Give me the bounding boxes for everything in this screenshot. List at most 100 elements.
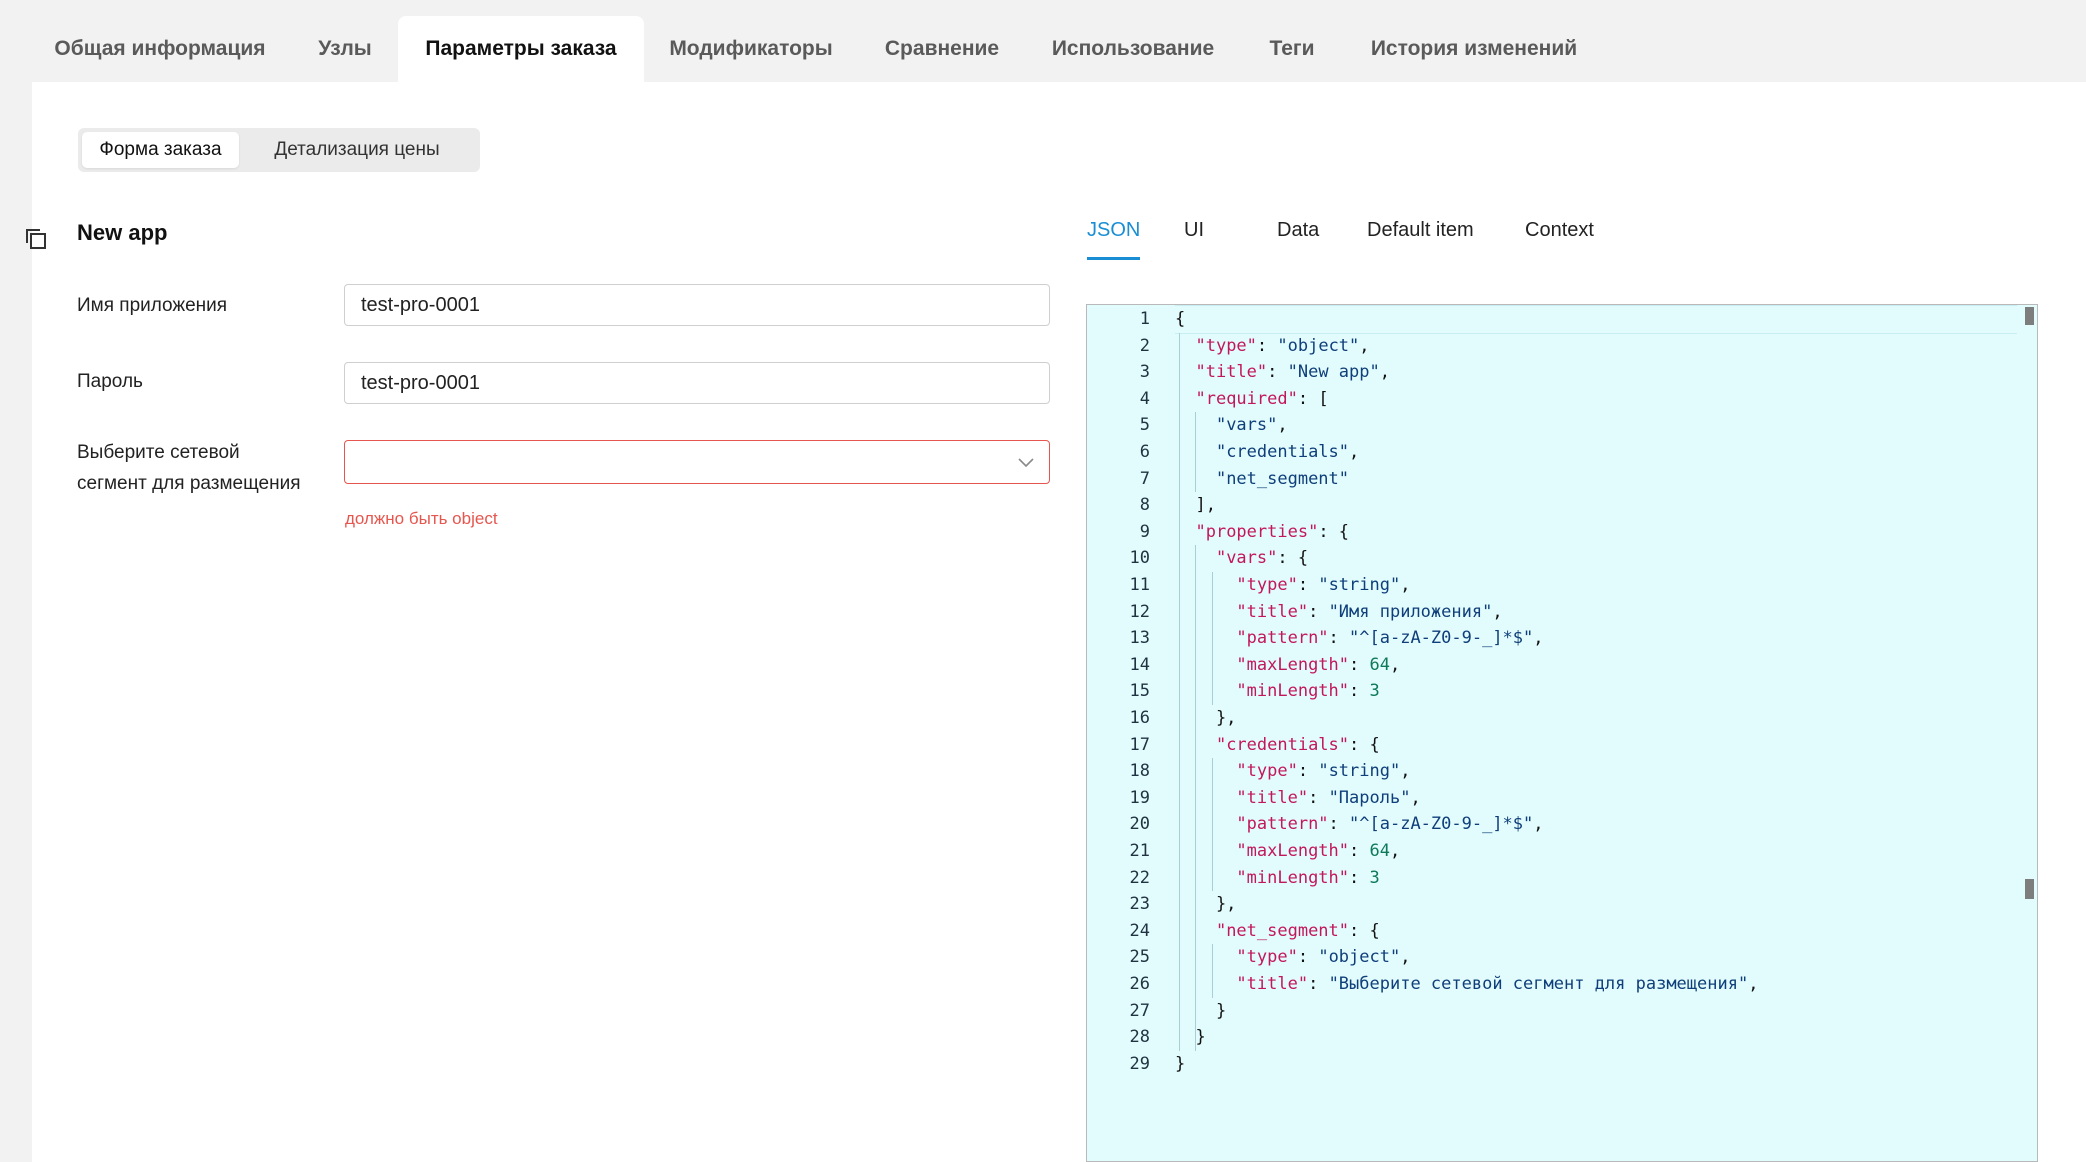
- indent-guide: [1211, 572, 1213, 705]
- code-token: : {: [1349, 734, 1380, 755]
- code-token: : {: [1277, 548, 1309, 569]
- form-title: New app: [77, 220, 168, 245]
- tab-data[interactable]: Data: [1277, 212, 1319, 257]
- copy-icon[interactable]: [24, 227, 50, 253]
- code-token: },: [1175, 708, 1237, 728]
- line-number: 27: [1129, 1000, 1150, 1021]
- code-line: "vars",: [1175, 412, 1288, 439]
- code-token: }: [1175, 1000, 1227, 1021]
- code-token: :: [1297, 761, 1319, 782]
- code-token: "type": [1195, 335, 1257, 356]
- code-token: :: [1349, 841, 1370, 861]
- code-token: : [: [1297, 388, 1329, 409]
- code-token: "Пароль": [1328, 787, 1411, 808]
- tab-tags[interactable]: Теги: [1262, 16, 1322, 82]
- code-token: "title": [1195, 362, 1268, 383]
- segment-error: должно быть object: [345, 509, 498, 528]
- code-line: }: [1175, 1051, 1185, 1078]
- code-line: "type": "object",: [1175, 944, 1410, 971]
- code-token: :: [1297, 575, 1319, 595]
- code-token: },: [1175, 894, 1237, 915]
- tab-usage[interactable]: Использование: [1046, 16, 1220, 82]
- code-token: :: [1308, 787, 1329, 808]
- line-number: 25: [1129, 947, 1150, 968]
- line-number: 18: [1129, 761, 1150, 782]
- code-token: "type": [1236, 761, 1298, 782]
- line-number: 13: [1129, 628, 1150, 649]
- app-name-input[interactable]: test-pro-0001: [344, 284, 1050, 326]
- code-line: "credentials",: [1175, 439, 1359, 466]
- code-token: ,: [1400, 575, 1411, 595]
- tab-comparison[interactable]: Сравнение: [874, 16, 1010, 82]
- line-number: 5: [1139, 415, 1150, 436]
- line-number: 14: [1129, 654, 1150, 675]
- code-token: ,: [1533, 628, 1544, 649]
- line-number: 28: [1129, 1027, 1150, 1048]
- line-number: 16: [1129, 708, 1150, 728]
- code-token: "string": [1318, 575, 1401, 595]
- indent-guide: [1211, 944, 1213, 998]
- tab-general-info[interactable]: Общая информация: [40, 16, 280, 82]
- tab-nodes[interactable]: Узлы: [306, 16, 384, 82]
- code-token: "pattern": [1236, 814, 1329, 835]
- code-token: "title": [1236, 974, 1309, 994]
- tab-history[interactable]: История изменений: [1364, 16, 1584, 82]
- code-token: "minLength": [1236, 681, 1350, 702]
- tab-modifiers[interactable]: Модификаторы: [656, 16, 846, 82]
- line-number: 12: [1129, 601, 1150, 622]
- editor-scrollbar[interactable]: [2021, 305, 2037, 1161]
- code-token: ,: [1349, 442, 1360, 462]
- line-number: 10: [1129, 548, 1150, 569]
- code-token: "pattern": [1236, 628, 1329, 649]
- code-token: "Имя приложения": [1328, 601, 1493, 622]
- code-token: "object": [1277, 335, 1360, 356]
- tab-order-params[interactable]: Параметры заказа: [398, 16, 644, 82]
- code-token: ,: [1533, 814, 1544, 835]
- code-line: "pattern": "^[a-zA-Z0-9-_]*$",: [1175, 811, 1544, 838]
- code-token: :: [1256, 335, 1278, 356]
- code-line: "title": "New app",: [1175, 359, 1390, 386]
- code-token: "required": [1195, 388, 1298, 409]
- code-token: :: [1297, 947, 1319, 968]
- code-line: "pattern": "^[a-zA-Z0-9-_]*$",: [1175, 625, 1544, 652]
- tab-default-item[interactable]: Default item: [1367, 212, 1474, 257]
- code-token: "type": [1236, 575, 1298, 595]
- line-number: 15: [1129, 681, 1150, 702]
- code-line: "type": "string",: [1175, 758, 1410, 785]
- network-segment-select[interactable]: [344, 440, 1050, 484]
- tab-json[interactable]: JSON: [1087, 212, 1141, 260]
- code-token: "maxLength": [1236, 654, 1350, 675]
- code-token: :: [1267, 362, 1288, 383]
- password-input[interactable]: test-pro-0001: [344, 362, 1050, 404]
- line-number: 20: [1129, 814, 1150, 835]
- code-token: {: [1175, 309, 1186, 329]
- code-token: :: [1328, 814, 1350, 835]
- code-token: :: [1328, 628, 1350, 649]
- code-line: },: [1175, 891, 1236, 918]
- scroll-thumb-top[interactable]: [2025, 307, 2034, 325]
- segment-label-line2: сегмент для размещения: [77, 473, 301, 494]
- segment-label-line1: Выберите сетевой: [77, 442, 240, 463]
- code-token: "title": [1236, 601, 1309, 622]
- json-editor[interactable]: 1 2 3 4 5 6 7 8 9 10 11 12 13 14 15 16 17 18 19 20 21 22 23 24 2…: [1086, 304, 2038, 1162]
- code-token: "New app": [1287, 362, 1380, 383]
- line-number: 17: [1129, 734, 1150, 755]
- line-number: 1: [1139, 309, 1150, 329]
- order-form-button[interactable]: Форма заказа: [82, 132, 239, 168]
- code-token: ,: [1389, 654, 1401, 675]
- scroll-thumb-marker[interactable]: [2025, 879, 2034, 899]
- chevron-down-icon: [1018, 458, 1034, 468]
- tab-context[interactable]: Context: [1525, 212, 1594, 257]
- code-token: "minLength": [1236, 867, 1350, 888]
- code-line: "maxLength": 64,: [1175, 838, 1400, 865]
- tab-ui[interactable]: UI: [1184, 212, 1204, 257]
- price-details-button[interactable]: Детализация цены: [242, 132, 472, 168]
- code-line: "title": "Выберите сетевой сегмент для р…: [1175, 971, 1758, 998]
- code-token: : {: [1318, 521, 1350, 542]
- line-number: 11: [1129, 575, 1150, 595]
